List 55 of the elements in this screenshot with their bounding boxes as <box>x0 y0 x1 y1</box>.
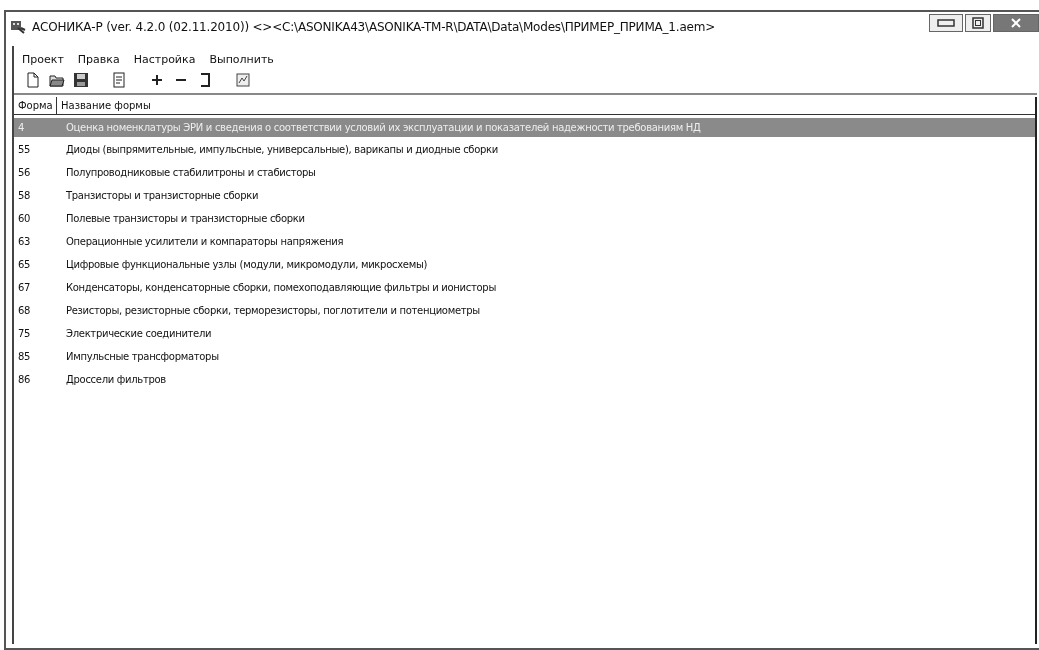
window-title: АСОНИКА-Р (ver. 4.2.0 (02.11.2010)) <><C:\ASONIKA43\ASONIKA-TM-R\DATA\Data\Modes\ПРИМЕР_ПРИМА_1.aem> <box>32 20 717 34</box>
table-cell-text: 4 <box>17 122 26 133</box>
table-cell-text: 63 <box>17 236 32 247</box>
folder-icon[interactable] <box>49 72 65 88</box>
document-icon[interactable] <box>111 72 127 88</box>
table-cell-text: Дроссели фильтров <box>65 374 167 385</box>
table-row[interactable]: 65 Цифровые функциональные узлы (модули, микромодули, микросхемы) <box>14 253 1035 276</box>
table-row[interactable]: 58 Транзисторы и транзисторные сборки <box>14 184 1035 207</box>
menu-item[interactable]: Выполнить <box>209 52 274 67</box>
table-cell-text: 58 <box>17 190 32 201</box>
form-icon[interactable] <box>235 72 251 88</box>
table-row[interactable]: 85 Импульсные трансформаторы <box>14 345 1035 368</box>
minimize-button[interactable] <box>929 14 963 32</box>
table-cell-text: Цифровые функциональные узлы (модули, микромодули, микросхемы) <box>65 259 429 270</box>
menu-item[interactable]: Правка <box>77 52 120 67</box>
table-cell-text: 85 <box>17 351 32 362</box>
maximize-button[interactable] <box>965 14 991 32</box>
minimize-icon <box>936 17 956 29</box>
table-cell-text: 65 <box>17 259 32 270</box>
column-header[interactable]: Форма <box>14 97 57 114</box>
save-icon[interactable] <box>73 72 89 88</box>
table-cell-text: Конденсаторы, конденсаторные сборки, помехоподавляющие фильтры и ионисторы <box>65 282 497 293</box>
table-cell-text: Импульсные трансформаторы <box>65 351 220 362</box>
menu-item[interactable]: Проект <box>22 52 64 67</box>
table-cell-text: 75 <box>17 328 32 339</box>
table-cell-text: Оценка номенклатуры ЭРИ и сведения о соответствии условий их эксплуатации и показателей надежности требованиям НД <box>65 122 702 133</box>
table-row[interactable]: 56 Полупроводниковые стабилитроны и стабисторы <box>14 161 1035 184</box>
table-cell-text: Резисторы, резисторные сборки, терморезисторы, поглотители и потенциометры <box>65 305 481 316</box>
table-cell-text: Полевые транзисторы и транзисторные сборки <box>65 213 306 224</box>
table-row[interactable]: 68 Резисторы, резисторные сборки, терморезисторы, поглотители и потенциометры <box>14 299 1035 322</box>
table-cell-text: Операционные усилители и компараторы напряжения <box>65 236 345 247</box>
table-row[interactable]: 86 Дроссели фильтров <box>14 368 1035 391</box>
column-header[interactable]: Название формы <box>57 97 1035 114</box>
table-cell-text: 68 <box>17 305 32 316</box>
table-row[interactable]: 63 Операционные усилители и компараторы напряжения <box>14 230 1035 253</box>
table-cell-text: 60 <box>17 213 32 224</box>
table-row[interactable]: 67 Конденсаторы, конденсаторные сборки, помехоподавляющие фильтры и ионисторы <box>14 276 1035 299</box>
app-icon <box>10 19 26 35</box>
plus-icon[interactable] <box>149 72 165 88</box>
close-button[interactable] <box>993 14 1039 32</box>
table-cell-text: 86 <box>17 374 32 385</box>
maximize-icon <box>972 17 984 29</box>
table-cell-text: 55 <box>17 144 32 155</box>
table-cell-text: 67 <box>17 282 32 293</box>
table-cell-text: Полупроводниковые стабилитроны и стабисторы <box>65 167 317 178</box>
table-row[interactable]: 55 Диоды (выпрямительные, импульсные, универсальные), варикапы и диодные сборки <box>14 138 1035 161</box>
table-row[interactable]: 75 Электрические соединители <box>14 322 1035 345</box>
close-icon <box>1010 17 1022 29</box>
table-cell-text: Электрические соединители <box>65 328 213 339</box>
table-cell-text: 56 <box>17 167 32 178</box>
table-row[interactable]: 60 Полевые транзисторы и транзисторные сборки <box>14 207 1035 230</box>
table-cell-text: Транзисторы и транзисторные сборки <box>65 190 260 201</box>
menu-item[interactable]: Настройка <box>133 52 196 67</box>
table-cell-text: Диоды (выпрямительные, импульсные, универсальные), варикапы и диодные сборки <box>65 144 499 155</box>
new-file-icon[interactable] <box>25 72 41 88</box>
